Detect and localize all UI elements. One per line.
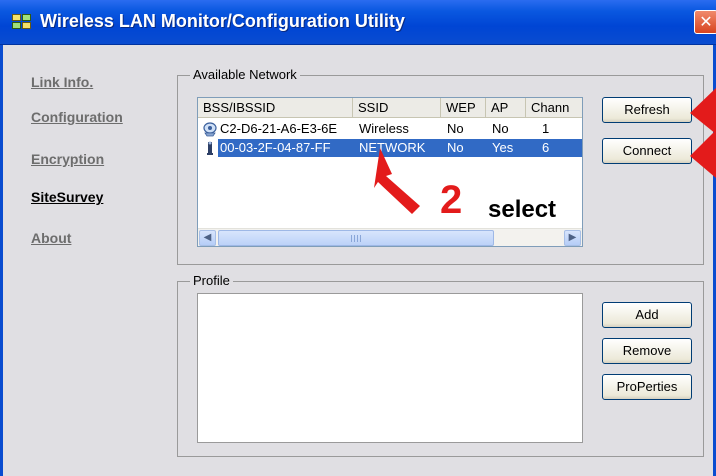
cell-ap: Yes: [492, 140, 514, 155]
cell-wep: No: [447, 140, 464, 155]
nav-item-sitesurvey[interactable]: SiteSurvey: [31, 189, 103, 205]
cell-wep: No: [447, 121, 464, 136]
main-panel: Available Network BSS/IBSSID SSID WEP AP…: [163, 45, 713, 476]
column-header-ssid[interactable]: SSID: [353, 98, 441, 118]
nav-item-configuration[interactable]: Configuration: [31, 109, 123, 125]
cell-ssid: NETWORK: [359, 140, 426, 155]
network-adapter-icon: [203, 122, 217, 137]
window-title: Wireless LAN Monitor/Configuration Utili…: [40, 11, 405, 31]
sidebar-nav: Link Info. Configuration Encryption Site…: [3, 45, 163, 476]
column-header-channel[interactable]: Chann: [526, 98, 584, 118]
profile-group: Profile Add Remove ProPerties: [177, 273, 704, 457]
nav-item-encryption[interactable]: Encryption: [31, 151, 104, 167]
table-row-selected[interactable]: 00-03-2F-04-87-FF NETWORK No Yes 6: [198, 139, 582, 157]
nav-item-about[interactable]: About: [31, 230, 71, 246]
horizontal-scrollbar[interactable]: ◀ ▶: [198, 228, 582, 246]
nav-item-link-info[interactable]: Link Info.: [31, 74, 93, 90]
app-icon: [12, 14, 32, 30]
scroll-left-arrow[interactable]: ◀: [199, 230, 216, 246]
step-number-annotation: 2: [440, 178, 463, 222]
scrollbar-thumb[interactable]: [218, 230, 494, 246]
properties-button[interactable]: ProPerties: [602, 374, 692, 400]
cell-ap: No: [492, 121, 509, 136]
scrollbar-grip-icon: [351, 235, 361, 242]
connect-button[interactable]: Connect: [602, 138, 692, 164]
network-list-header: BSS/IBSSID SSID WEP AP Chann: [198, 98, 582, 118]
cell-bssid: C2-D6-21-A6-E3-6E: [220, 121, 338, 136]
refresh-button[interactable]: Refresh: [602, 97, 692, 123]
profile-list[interactable]: [197, 293, 583, 443]
column-header-ap[interactable]: AP: [486, 98, 526, 118]
table-row[interactable]: C2-D6-21-A6-E3-6E Wireless No No 1: [198, 120, 582, 138]
cell-channel: 6: [542, 140, 550, 155]
add-button[interactable]: Add: [602, 302, 692, 328]
column-header-bssid[interactable]: BSS/IBSSID: [198, 98, 353, 118]
network-list[interactable]: BSS/IBSSID SSID WEP AP Chann C2-D6-21-A6…: [197, 97, 583, 247]
profile-legend: Profile: [190, 273, 233, 288]
cell-ssid: Wireless: [359, 121, 409, 136]
remove-button[interactable]: Remove: [602, 338, 692, 364]
close-button[interactable]: ✕: [694, 10, 716, 34]
available-network-legend: Available Network: [190, 67, 300, 82]
column-header-wep[interactable]: WEP: [441, 98, 486, 118]
cell-channel: 1: [542, 121, 550, 136]
step-text-annotation: select: [488, 196, 557, 223]
scroll-right-arrow[interactable]: ▶: [564, 230, 581, 246]
title-bar: Wireless LAN Monitor/Configuration Utili…: [0, 0, 716, 45]
cell-bssid: 00-03-2F-04-87-FF: [220, 140, 331, 155]
access-point-icon: [207, 141, 213, 155]
available-network-group: Available Network BSS/IBSSID SSID WEP AP…: [177, 67, 704, 265]
